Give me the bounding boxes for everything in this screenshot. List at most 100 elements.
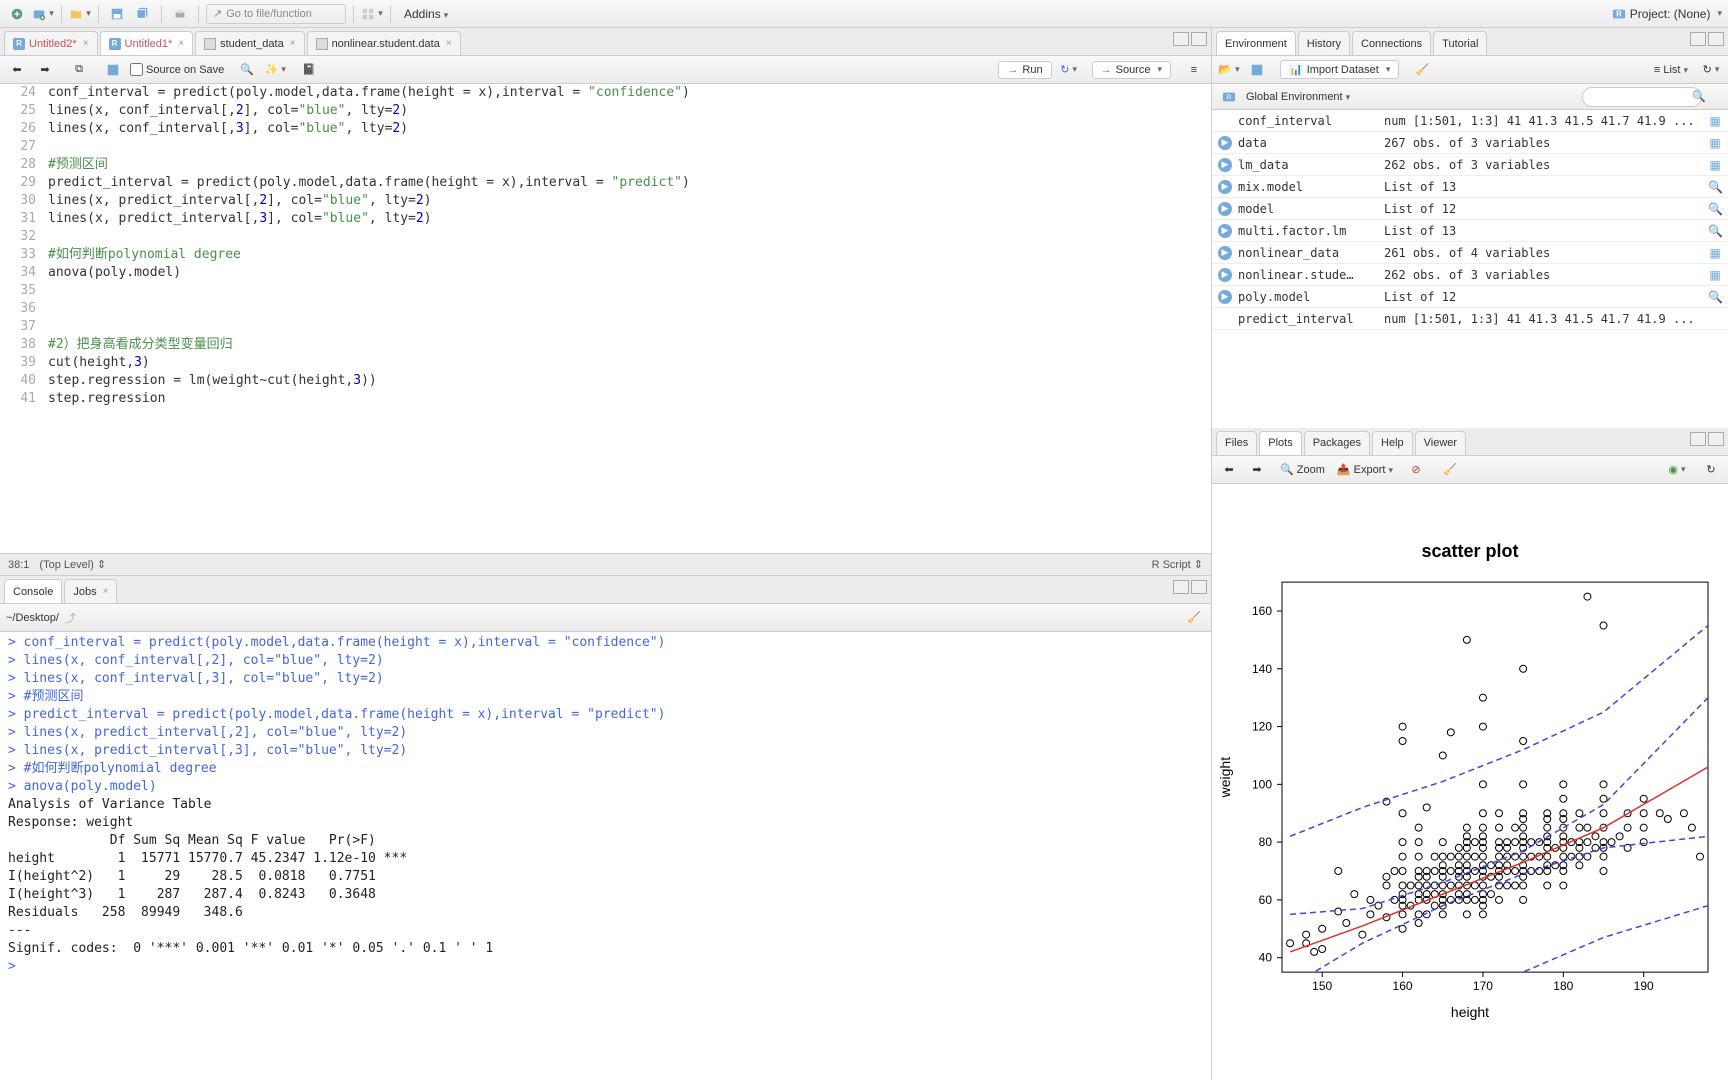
run-button[interactable]: →Run xyxy=(998,61,1051,79)
addins-menu[interactable]: Addins xyxy=(398,7,454,21)
minimize-icon[interactable] xyxy=(1173,32,1189,46)
export-button[interactable]: 📤 Export xyxy=(1337,463,1393,476)
working-directory[interactable]: ~/Desktop/ xyxy=(6,612,59,624)
tab-console[interactable]: Console xyxy=(4,579,62,603)
grid-icon[interactable] xyxy=(361,3,383,25)
close-icon[interactable]: × xyxy=(290,38,296,49)
scope-selector[interactable]: Global Environment xyxy=(1246,91,1350,103)
refresh-icon[interactable]: ↻ xyxy=(1700,59,1722,81)
separator xyxy=(390,5,391,23)
clear-console-icon[interactable]: 🧹 xyxy=(1183,607,1205,629)
cursor-position: 38:1 xyxy=(8,559,29,571)
tab-plots[interactable]: Plots xyxy=(1259,431,1301,455)
main-toolbar: ↗Go to file/function Addins R Project: (… xyxy=(0,0,1728,28)
scatter-plot: scatter plot1501601701801904060801001201… xyxy=(1212,484,1728,1080)
source-toolbar: ⬅ ➡ ⧉ Source on Save 🔍 ✨ 📓 →Run ↻ →Sourc… xyxy=(0,56,1211,84)
close-icon[interactable]: × xyxy=(83,38,89,49)
scope-selector[interactable]: (Top Level) ⇕ xyxy=(39,558,106,571)
source-on-save-checkbox[interactable]: Source on Save xyxy=(130,63,224,76)
minimize-icon[interactable] xyxy=(1173,580,1189,594)
code-editor[interactable]: 24conf_interval = predict(poly.model,dat… xyxy=(0,84,1211,553)
print-icon[interactable] xyxy=(169,3,191,25)
wand-icon[interactable]: ✨ xyxy=(264,59,286,81)
maximize-icon[interactable] xyxy=(1708,432,1724,446)
new-project-icon[interactable] xyxy=(32,3,54,25)
maximize-icon[interactable] xyxy=(1191,32,1207,46)
minimize-icon[interactable] xyxy=(1690,432,1706,446)
tab-files[interactable]: Files xyxy=(1216,431,1257,455)
env-row[interactable]: ▶multi.factor.lmList of 13🔍 xyxy=(1212,220,1728,242)
remove-plot-icon[interactable]: ⊘ xyxy=(1405,458,1427,480)
tab-connections[interactable]: Connections xyxy=(1352,31,1431,55)
close-icon[interactable]: × xyxy=(446,38,452,49)
env-row[interactable]: ▶poly.modelList of 12🔍 xyxy=(1212,286,1728,308)
close-icon[interactable]: × xyxy=(178,38,184,49)
close-icon[interactable]: × xyxy=(103,586,109,597)
wd-popup-icon[interactable]: ⤴ xyxy=(65,610,76,626)
console-output[interactable]: > conf_interval = predict(poly.model,dat… xyxy=(0,632,1211,1080)
r-logo-icon: R xyxy=(1612,7,1626,21)
save-icon[interactable] xyxy=(102,59,124,81)
env-row[interactable]: ▶data267 obs. of 3 variables▦ xyxy=(1212,132,1728,154)
env-row[interactable]: ▶modelList of 12🔍 xyxy=(1212,198,1728,220)
console-tabs: Console Jobs× xyxy=(0,576,1211,604)
r-env-icon: R xyxy=(1218,86,1240,108)
separator xyxy=(98,5,99,23)
refresh-icon[interactable]: ↻ xyxy=(1700,458,1722,480)
new-file-icon[interactable] xyxy=(6,3,28,25)
tab-history[interactable]: History xyxy=(1298,31,1350,55)
rerun-icon[interactable]: ↻ xyxy=(1058,59,1080,81)
source-button[interactable]: →Source xyxy=(1092,61,1171,79)
tab-untitled2[interactable]: RUntitled2*× xyxy=(4,31,98,55)
svg-text:100: 100 xyxy=(1252,777,1272,791)
env-row[interactable]: ▶nonlinear_data261 obs. of 4 variables▦ xyxy=(1212,242,1728,264)
file-type-selector[interactable]: R Script ⇕ xyxy=(1152,558,1203,571)
project-menu[interactable]: R Project: (None) xyxy=(1612,7,1722,21)
source-tabs: RUntitled2*× RUntitled1*× student_data× … xyxy=(0,28,1211,56)
tab-tutorial[interactable]: Tutorial xyxy=(1433,31,1487,55)
tab-jobs[interactable]: Jobs× xyxy=(64,579,117,603)
tab-viewer[interactable]: Viewer xyxy=(1415,431,1466,455)
svg-text:120: 120 xyxy=(1252,719,1272,733)
save-icon[interactable] xyxy=(106,3,128,25)
env-search-input[interactable] xyxy=(1582,87,1702,107)
goto-file-input[interactable]: ↗Go to file/function xyxy=(206,4,346,24)
env-row[interactable]: ▶lm_data262 obs. of 3 variables▦ xyxy=(1212,154,1728,176)
import-dataset-button[interactable]: 📊 Import Dataset xyxy=(1280,60,1399,79)
tab-environment[interactable]: Environment xyxy=(1216,31,1296,55)
back-icon[interactable]: ⬅ xyxy=(6,59,28,81)
tab-untitled1[interactable]: RUntitled1*× xyxy=(100,31,194,55)
next-plot-icon[interactable]: ➡ xyxy=(1246,458,1268,480)
zoom-button[interactable]: 🔍 Zoom xyxy=(1280,463,1325,476)
prev-plot-icon[interactable]: ⬅ xyxy=(1218,458,1240,480)
open-file-icon[interactable] xyxy=(69,3,91,25)
save-workspace-icon[interactable] xyxy=(1246,59,1268,81)
load-workspace-icon[interactable]: 📂 xyxy=(1218,59,1240,81)
svg-text:140: 140 xyxy=(1252,662,1272,676)
tab-nonlinear-student-data[interactable]: nonlinear.student.data× xyxy=(307,31,461,55)
env-row[interactable]: conf_intervalnum [1:501, 1:3] 41 41.3 41… xyxy=(1212,110,1728,132)
r-file-icon: R xyxy=(109,38,121,50)
environment-list[interactable]: conf_intervalnum [1:501, 1:3] 41 41.3 41… xyxy=(1212,110,1728,428)
tab-student-data[interactable]: student_data× xyxy=(195,31,304,55)
env-row[interactable]: predict_intervalnum [1:501, 1:3] 41 41.3… xyxy=(1212,308,1728,330)
notebook-icon[interactable]: 📓 xyxy=(298,59,320,81)
publish-icon[interactable]: ◉ xyxy=(1666,458,1688,480)
separator xyxy=(198,5,199,23)
clear-plots-icon[interactable]: 🧹 xyxy=(1439,458,1461,480)
forward-icon[interactable]: ➡ xyxy=(34,59,56,81)
env-row[interactable]: ▶mix.modelList of 13🔍 xyxy=(1212,176,1728,198)
tab-packages[interactable]: Packages xyxy=(1304,431,1370,455)
show-in-window-icon[interactable]: ⧉ xyxy=(68,59,90,81)
maximize-icon[interactable] xyxy=(1708,32,1724,46)
search-icon[interactable]: 🔍 xyxy=(236,59,258,81)
clear-env-icon[interactable]: 🧹 xyxy=(1411,59,1433,81)
maximize-icon[interactable] xyxy=(1191,580,1207,594)
outline-icon[interactable]: ≡ xyxy=(1183,59,1205,81)
view-mode-selector[interactable]: ≡ List xyxy=(1654,64,1688,76)
minimize-icon[interactable] xyxy=(1690,32,1706,46)
save-all-icon[interactable] xyxy=(132,3,154,25)
tab-help[interactable]: Help xyxy=(1372,431,1413,455)
env-row[interactable]: ▶nonlinear.stude…262 obs. of 3 variables… xyxy=(1212,264,1728,286)
data-icon xyxy=(204,38,216,50)
